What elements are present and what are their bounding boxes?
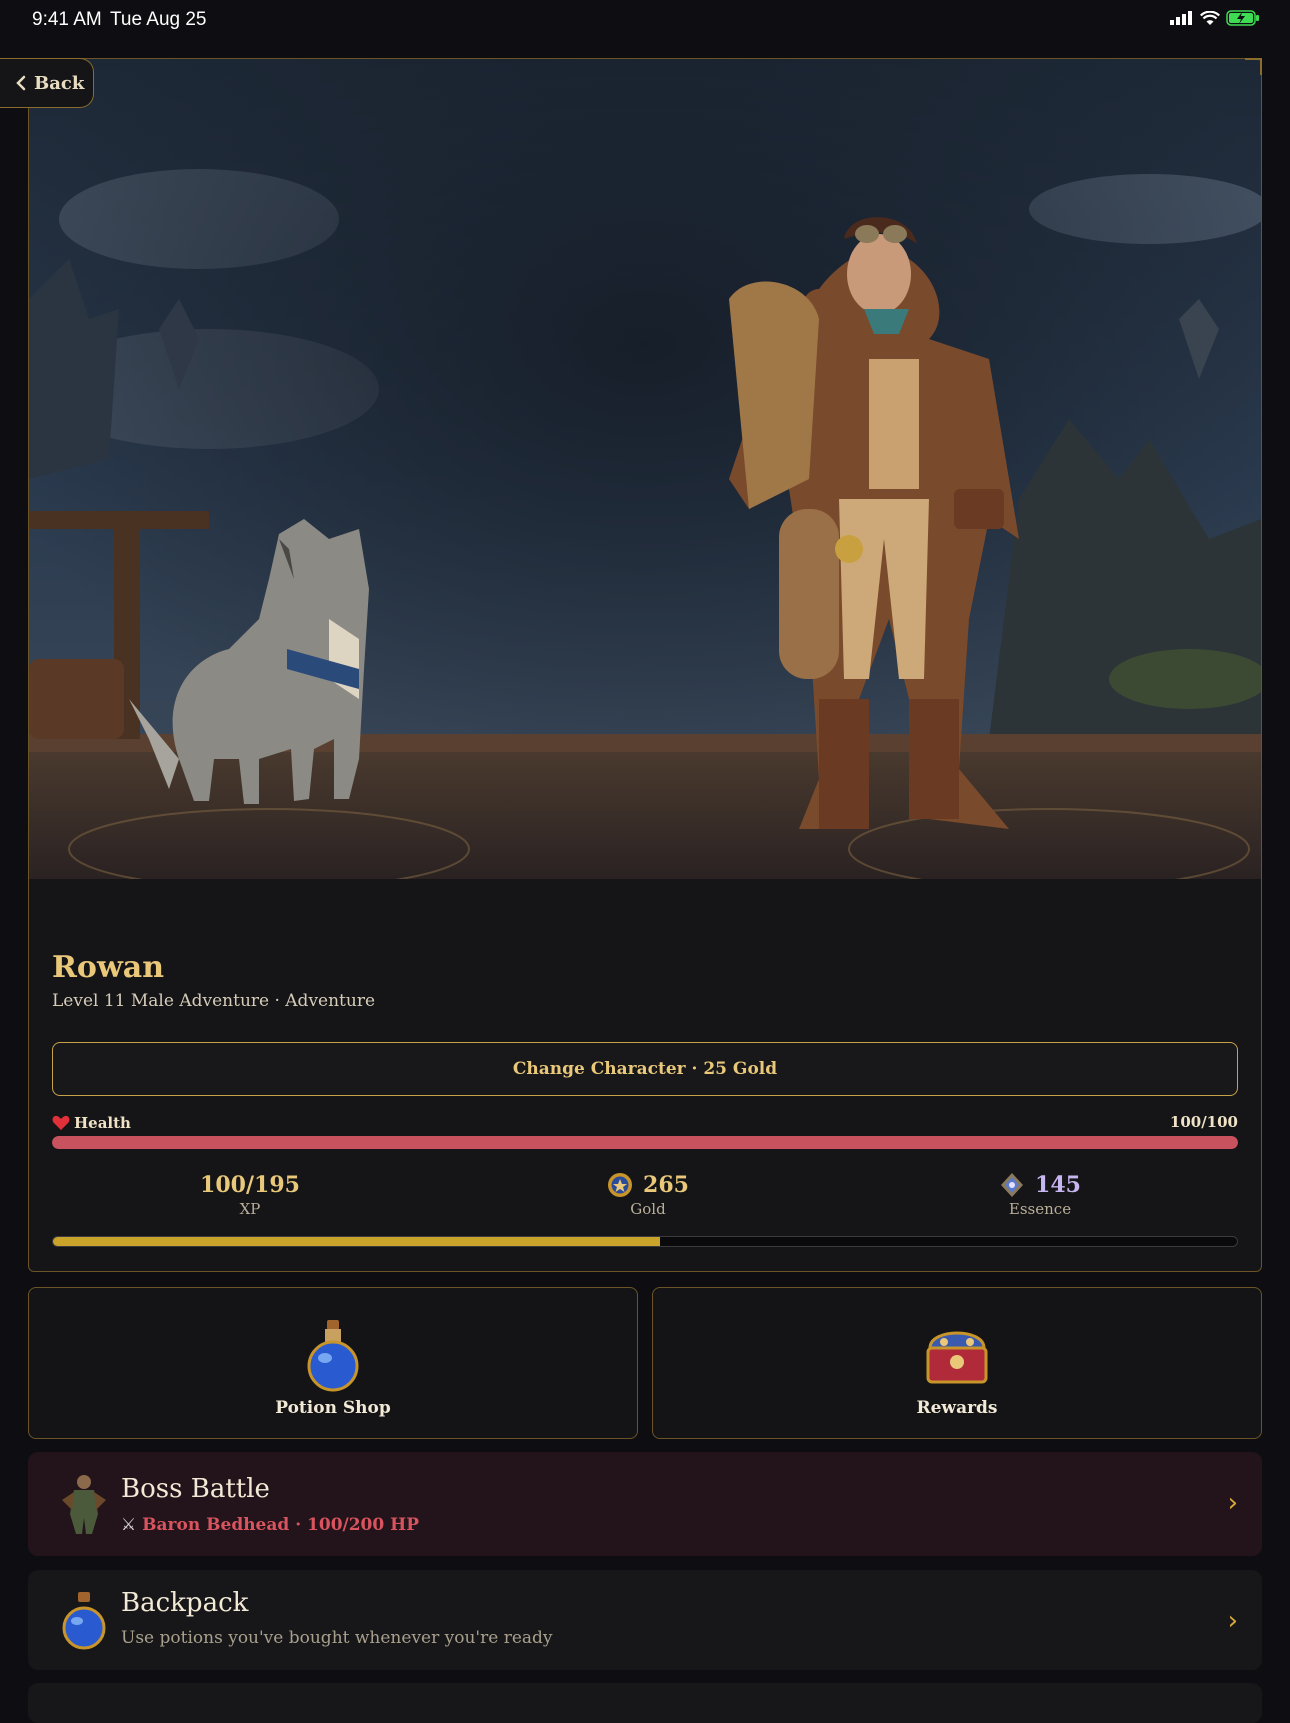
heart-icon xyxy=(52,1115,70,1130)
back-label: Back xyxy=(34,72,85,94)
treasure-chest-icon xyxy=(926,1331,988,1384)
xp-progress-bar xyxy=(52,1236,1238,1247)
essence-label: Essence xyxy=(1008,1200,1072,1218)
potion-icon xyxy=(307,1320,359,1392)
xp-stat: 100/195 XP xyxy=(150,1172,350,1218)
back-button[interactable]: Back xyxy=(0,58,94,108)
health-bar-fill xyxy=(52,1136,1238,1149)
health-value: 100/100 xyxy=(1169,1113,1238,1131)
chevron-right-icon: › xyxy=(1227,1606,1238,1636)
potion-shop-label: Potion Shop xyxy=(275,1398,391,1418)
gold-value: 265 xyxy=(643,1172,689,1198)
character-scene-image xyxy=(29,59,1261,879)
change-character-label: Change Character · 25 Gold xyxy=(512,1059,778,1079)
backpack-potion-icon xyxy=(62,1592,106,1650)
health-label-text: Health xyxy=(74,1114,131,1132)
xp-value: 100/195 xyxy=(200,1172,300,1198)
boss-icon xyxy=(62,1475,106,1534)
backpack-card[interactable]: Backpack Use potions you've bought whene… xyxy=(28,1570,1262,1670)
boss-battle-detail: ⚔ Baron Bedhead · 100/200 HP xyxy=(121,1515,419,1535)
potion-shop-tile[interactable]: Potion Shop xyxy=(28,1287,638,1439)
corner-ornament xyxy=(1245,58,1262,75)
essence-gem-icon xyxy=(1001,1173,1024,1197)
character-subtitle: Level 11 Male Adventure · Adventure xyxy=(52,991,376,1011)
wifi-icon xyxy=(1200,10,1220,25)
character-name: Rowan xyxy=(52,950,165,985)
back-chevron-icon xyxy=(16,75,26,91)
status-icons xyxy=(1170,10,1260,26)
health-label: Health xyxy=(52,1114,131,1132)
boss-battle-card[interactable]: Boss Battle ⚔ Baron Bedhead · 100/200 HP… xyxy=(28,1452,1262,1556)
essence-stat: 145 Essence xyxy=(940,1172,1140,1218)
signal-icon xyxy=(1170,11,1192,25)
backpack-subtitle: Use potions you've bought whenever you'r… xyxy=(121,1628,553,1648)
battery-icon xyxy=(1226,10,1259,26)
status-bar: 9:41 AM Tue Aug 25 xyxy=(0,0,1290,40)
gold-coin-icon xyxy=(608,1173,633,1197)
rewards-label: Rewards xyxy=(916,1398,998,1418)
xp-progress-fill xyxy=(53,1237,661,1246)
gold-stat: 265 Gold xyxy=(548,1172,748,1218)
gold-label: Gold xyxy=(630,1200,666,1218)
xp-label: XP xyxy=(239,1200,261,1218)
status-date: Tue Aug 25 xyxy=(110,9,207,30)
crossed-swords-icon: ⚔ xyxy=(121,1515,137,1535)
essence-value: 145 xyxy=(1035,1172,1081,1198)
health-bar xyxy=(52,1136,1238,1149)
boss-battle-title: Boss Battle xyxy=(121,1474,270,1504)
change-character-button[interactable]: Change Character · 25 Gold xyxy=(52,1042,1238,1096)
boss-detail-text: Baron Bedhead · 100/200 HP xyxy=(142,1515,419,1535)
status-time: 9:41 AM xyxy=(32,9,102,30)
backpack-title: Backpack xyxy=(121,1588,249,1618)
chevron-right-icon: › xyxy=(1227,1488,1238,1518)
rewards-tile[interactable]: Rewards xyxy=(652,1287,1262,1439)
next-card-partial[interactable] xyxy=(28,1683,1262,1723)
